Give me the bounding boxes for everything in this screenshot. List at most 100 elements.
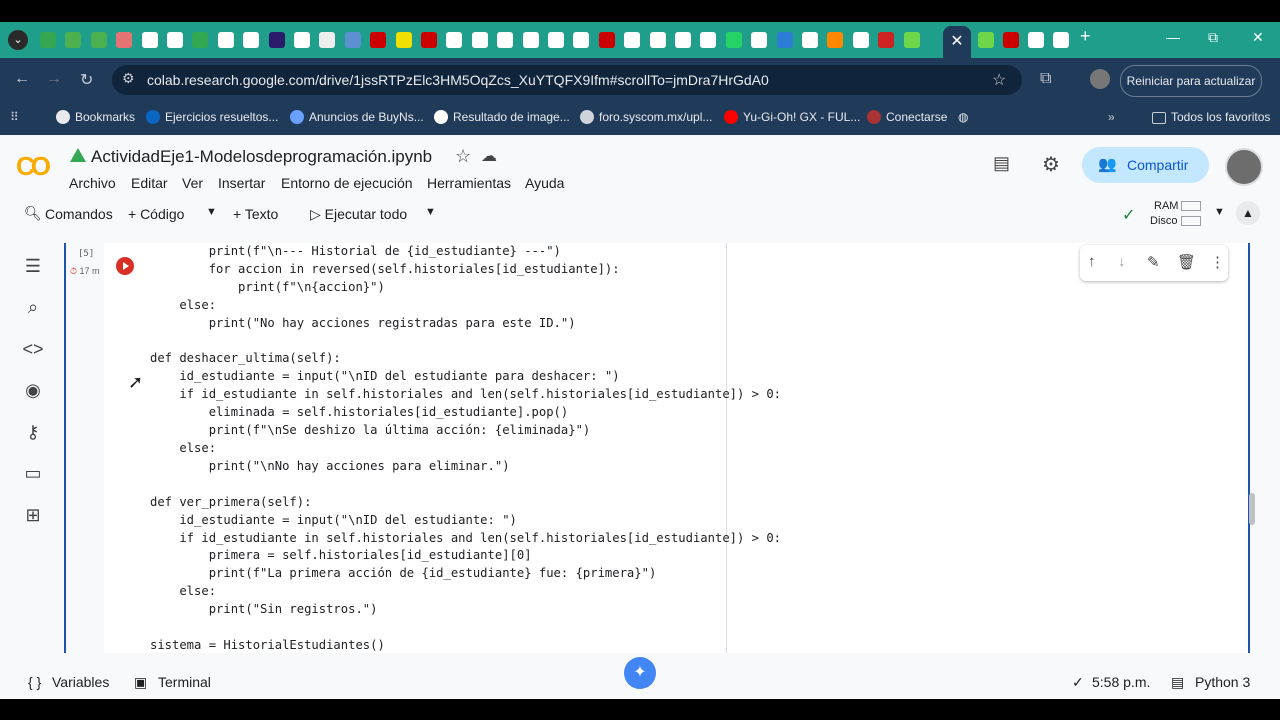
tab-favicon-icon[interactable] bbox=[344, 32, 361, 48]
cloud-icon[interactable]: ☁ bbox=[481, 146, 497, 166]
tab-favicon-icon[interactable] bbox=[675, 32, 691, 48]
settings-gear-icon[interactable]: ⚙ bbox=[1042, 152, 1060, 177]
tab-favicon-icon[interactable] bbox=[65, 32, 82, 48]
tab-favicon-icon[interactable] bbox=[370, 32, 387, 48]
files-folder-icon[interactable]: ▭ bbox=[22, 463, 44, 485]
globe-icon[interactable]: ◍ bbox=[958, 110, 968, 124]
trash-icon[interactable]: 🗑︎ bbox=[1177, 253, 1196, 271]
address-bar[interactable]: ⚙ colab.research.google.com/drive/1jssRT… bbox=[112, 65, 1022, 95]
tab-favicon-icon[interactable] bbox=[395, 32, 412, 48]
colab-logo[interactable]: CO bbox=[16, 151, 51, 182]
notebook-title[interactable]: ActividadEje1-Modelosdeprogramación.ipyn… bbox=[91, 147, 432, 167]
variables-button[interactable]: Variables bbox=[52, 674, 109, 690]
site-info-icon[interactable]: ⚙ bbox=[122, 70, 135, 87]
tab-favicon-icon[interactable] bbox=[802, 32, 818, 48]
bookmark-item[interactable]: Ejercicios resueltos... bbox=[146, 110, 278, 124]
update-button[interactable]: Reiniciar para actualizar bbox=[1120, 65, 1262, 97]
tab-favicon-icon[interactable] bbox=[40, 32, 56, 48]
variables-inspector-icon[interactable]: ◉ bbox=[22, 380, 44, 402]
url-text[interactable]: colab.research.google.com/drive/1jssRTPz… bbox=[147, 72, 769, 88]
tab-favicon-icon[interactable] bbox=[319, 32, 336, 48]
tab-favicon-icon[interactable] bbox=[751, 32, 768, 48]
move-up-icon[interactable]: ↑ bbox=[1088, 253, 1096, 270]
share-button[interactable]: 👥 Compartir bbox=[1082, 147, 1209, 183]
menu-item[interactable]: Editar bbox=[131, 175, 168, 191]
stop-execution-button[interactable] bbox=[116, 257, 134, 275]
scrollbar-thumb[interactable] bbox=[1249, 493, 1255, 525]
tab-favicon-icon[interactable] bbox=[90, 32, 107, 48]
menu-item[interactable]: Ver bbox=[182, 175, 203, 191]
chevron-down-icon[interactable]: ▼ bbox=[425, 206, 436, 218]
run-all-button[interactable]: ▷ Ejecutar todo bbox=[310, 206, 407, 223]
tab-favicon-icon[interactable] bbox=[624, 32, 641, 48]
menu-item[interactable]: Ayuda bbox=[525, 175, 564, 191]
extensions-icon[interactable]: ⧉ bbox=[1040, 70, 1051, 88]
star-icon[interactable]: ☆ bbox=[992, 70, 1006, 90]
tab-favicon-icon[interactable] bbox=[878, 32, 895, 48]
forward-icon[interactable]: → bbox=[46, 70, 62, 88]
comment-icon[interactable]: ▤ bbox=[993, 153, 1010, 174]
gemini-sparkle-icon[interactable]: ✦ bbox=[624, 657, 656, 689]
tab-favicon-icon[interactable] bbox=[116, 32, 133, 48]
tab-favicon-icon[interactable] bbox=[978, 32, 994, 48]
more-bookmarks-icon[interactable]: » bbox=[1108, 110, 1115, 124]
tab-favicon-icon[interactable] bbox=[598, 32, 615, 48]
bookmark-item[interactable]: Anuncios de BuyNs... bbox=[290, 110, 424, 124]
tab-favicon-icon[interactable] bbox=[471, 32, 488, 48]
commands-button[interactable]: Comandos bbox=[45, 206, 113, 222]
add-code-button[interactable]: + Código bbox=[128, 206, 184, 222]
chevron-down-icon[interactable]: ▼ bbox=[1214, 206, 1225, 218]
tab-favicon-icon[interactable] bbox=[852, 32, 869, 48]
add-text-button[interactable]: + Texto bbox=[233, 206, 278, 222]
tab-favicon-icon[interactable] bbox=[497, 32, 514, 48]
toc-icon[interactable]: ☰ bbox=[22, 256, 44, 278]
menu-item[interactable]: Herramientas bbox=[427, 175, 511, 191]
user-avatar[interactable] bbox=[1225, 148, 1263, 186]
runtime-type[interactable]: Python 3 bbox=[1195, 674, 1250, 690]
minimize-button[interactable]: — bbox=[1166, 29, 1180, 45]
menu-item[interactable]: Entorno de ejecución bbox=[281, 175, 413, 191]
tab-favicon-icon[interactable] bbox=[1053, 32, 1069, 48]
tab-favicon-icon[interactable] bbox=[903, 32, 920, 48]
tab-favicon-icon[interactable] bbox=[192, 32, 209, 48]
star-icon[interactable]: ☆ bbox=[455, 146, 471, 167]
bookmark-item[interactable]: Resultado de image... bbox=[434, 110, 570, 124]
tab-favicon-icon[interactable] bbox=[776, 32, 793, 48]
code-editor[interactable]: print(f"\n--- Historial de {id_estudiant… bbox=[150, 243, 781, 653]
tab-favicon-icon[interactable] bbox=[217, 32, 234, 48]
back-icon[interactable]: ← bbox=[14, 70, 30, 88]
maximize-button[interactable]: ⧉ bbox=[1208, 29, 1218, 46]
tab-favicon-icon[interactable] bbox=[1028, 32, 1044, 48]
more-vert-icon[interactable]: ⋮ bbox=[1210, 253, 1225, 271]
bookmark-item[interactable]: foro.syscom.mx/upl... bbox=[580, 110, 712, 124]
tab-favicon-icon[interactable] bbox=[522, 32, 539, 48]
terminal-button[interactable]: Terminal bbox=[158, 674, 211, 690]
tab-favicon-icon[interactable] bbox=[268, 32, 285, 48]
find-replace-icon[interactable]: ⌕ bbox=[22, 297, 44, 319]
close-window-button[interactable]: ✕ bbox=[1252, 29, 1264, 46]
active-tab-close[interactable]: ✕ bbox=[943, 26, 971, 58]
tab-favicon-icon[interactable] bbox=[1003, 32, 1019, 48]
bookmark-item[interactable]: Conectarse bbox=[867, 110, 947, 124]
tab-favicon-icon[interactable] bbox=[573, 32, 590, 48]
new-tab-button[interactable]: + bbox=[1080, 26, 1091, 47]
tab-favicon-icon[interactable] bbox=[141, 32, 158, 48]
apps-icon[interactable]: ⠿ bbox=[10, 110, 19, 124]
tab-favicon-icon[interactable] bbox=[446, 32, 463, 48]
tab-favicon-icon[interactable] bbox=[700, 32, 717, 48]
data-table-icon[interactable]: ⊞ bbox=[22, 505, 44, 527]
tab-search-dropdown[interactable]: ⌄ bbox=[8, 30, 28, 50]
tab-favicon-icon[interactable] bbox=[294, 32, 310, 48]
reload-icon[interactable]: ↻ bbox=[80, 70, 93, 90]
all-bookmarks[interactable]: Todos los favoritos bbox=[1152, 110, 1270, 124]
profile-avatar[interactable] bbox=[1090, 69, 1110, 89]
menu-item[interactable]: Archivo bbox=[69, 175, 116, 191]
bookmark-item[interactable]: Bookmarks bbox=[56, 110, 135, 124]
tab-favicon-icon[interactable] bbox=[421, 32, 437, 48]
edit-pencil-icon[interactable]: ✎ bbox=[1147, 253, 1160, 271]
bookmark-item[interactable]: Yu-Gi-Oh! GX - FUL... bbox=[724, 110, 860, 124]
move-down-icon[interactable]: ↓ bbox=[1118, 253, 1126, 270]
tab-favicon-icon[interactable] bbox=[827, 32, 844, 48]
chevron-down-icon[interactable]: ▼ bbox=[206, 206, 217, 218]
code-snippets-icon[interactable]: <> bbox=[22, 339, 44, 361]
